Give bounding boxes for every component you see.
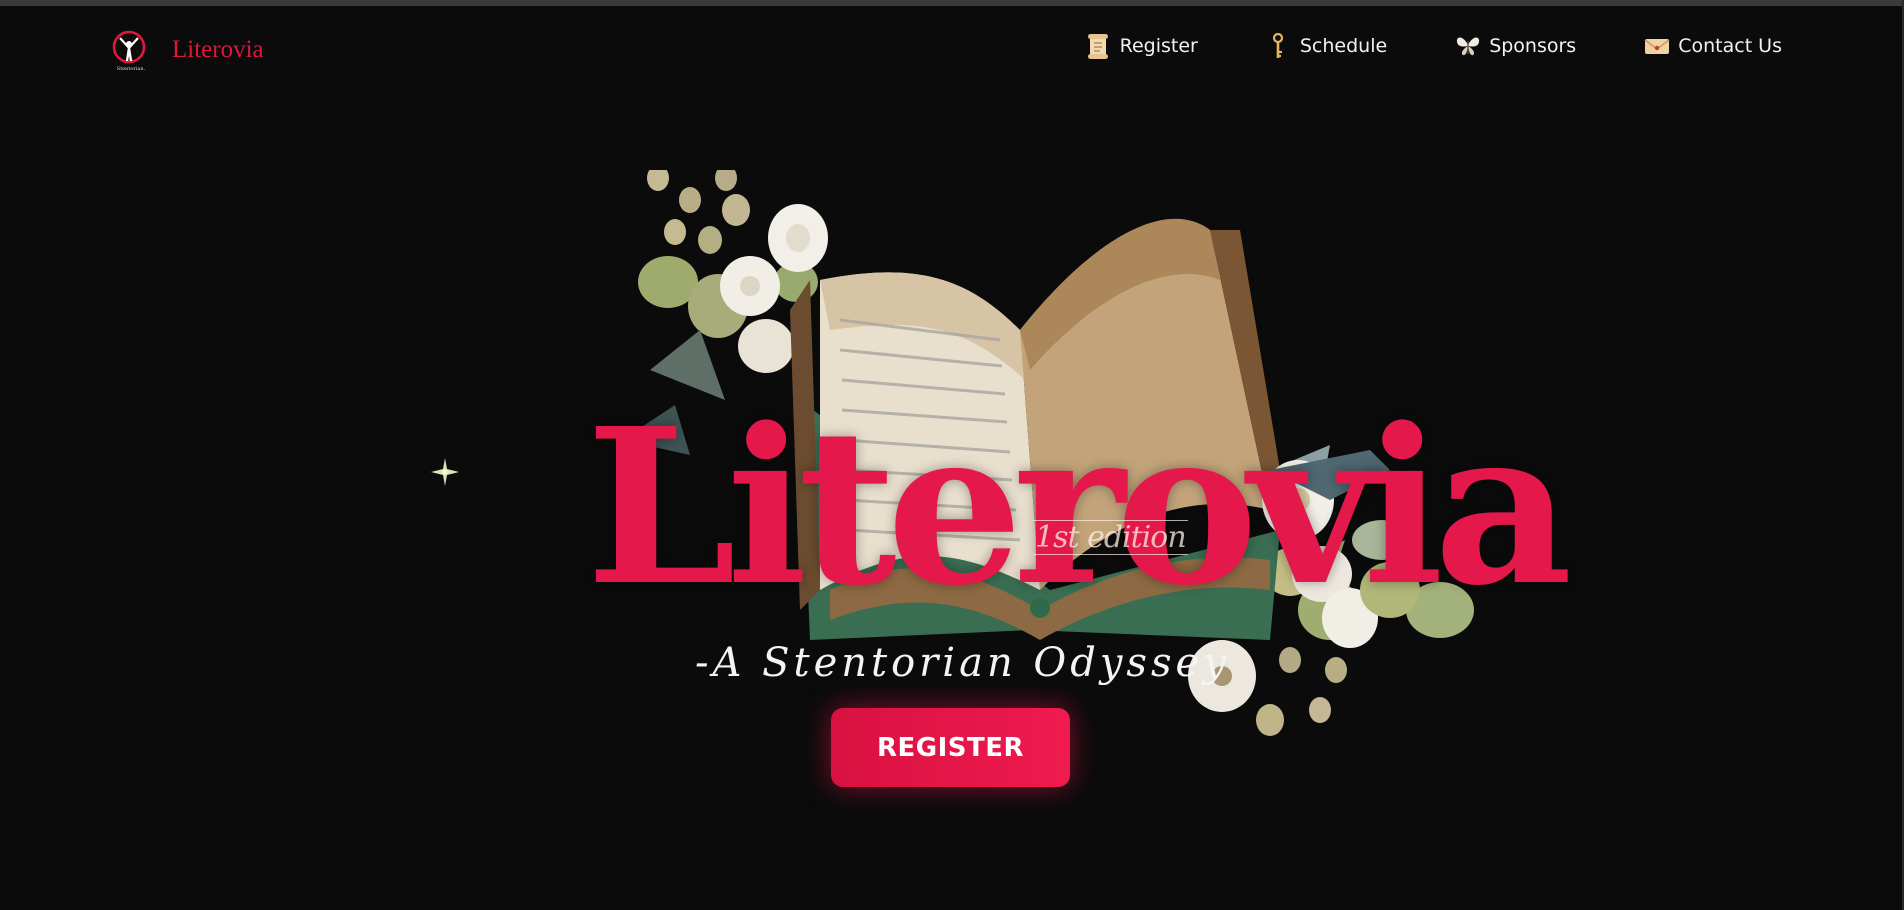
register-button[interactable]: REGISTER [831, 708, 1070, 787]
hero-tagline: -A Stentorian Odyssey [695, 640, 1230, 686]
sparkle-icon [431, 458, 459, 486]
hero-title: Literovia [586, 382, 1573, 634]
hero-section: Literovia 1st edition -A Stentorian Odys… [0, 0, 1904, 910]
edition-label: 1st edition [1033, 520, 1188, 555]
